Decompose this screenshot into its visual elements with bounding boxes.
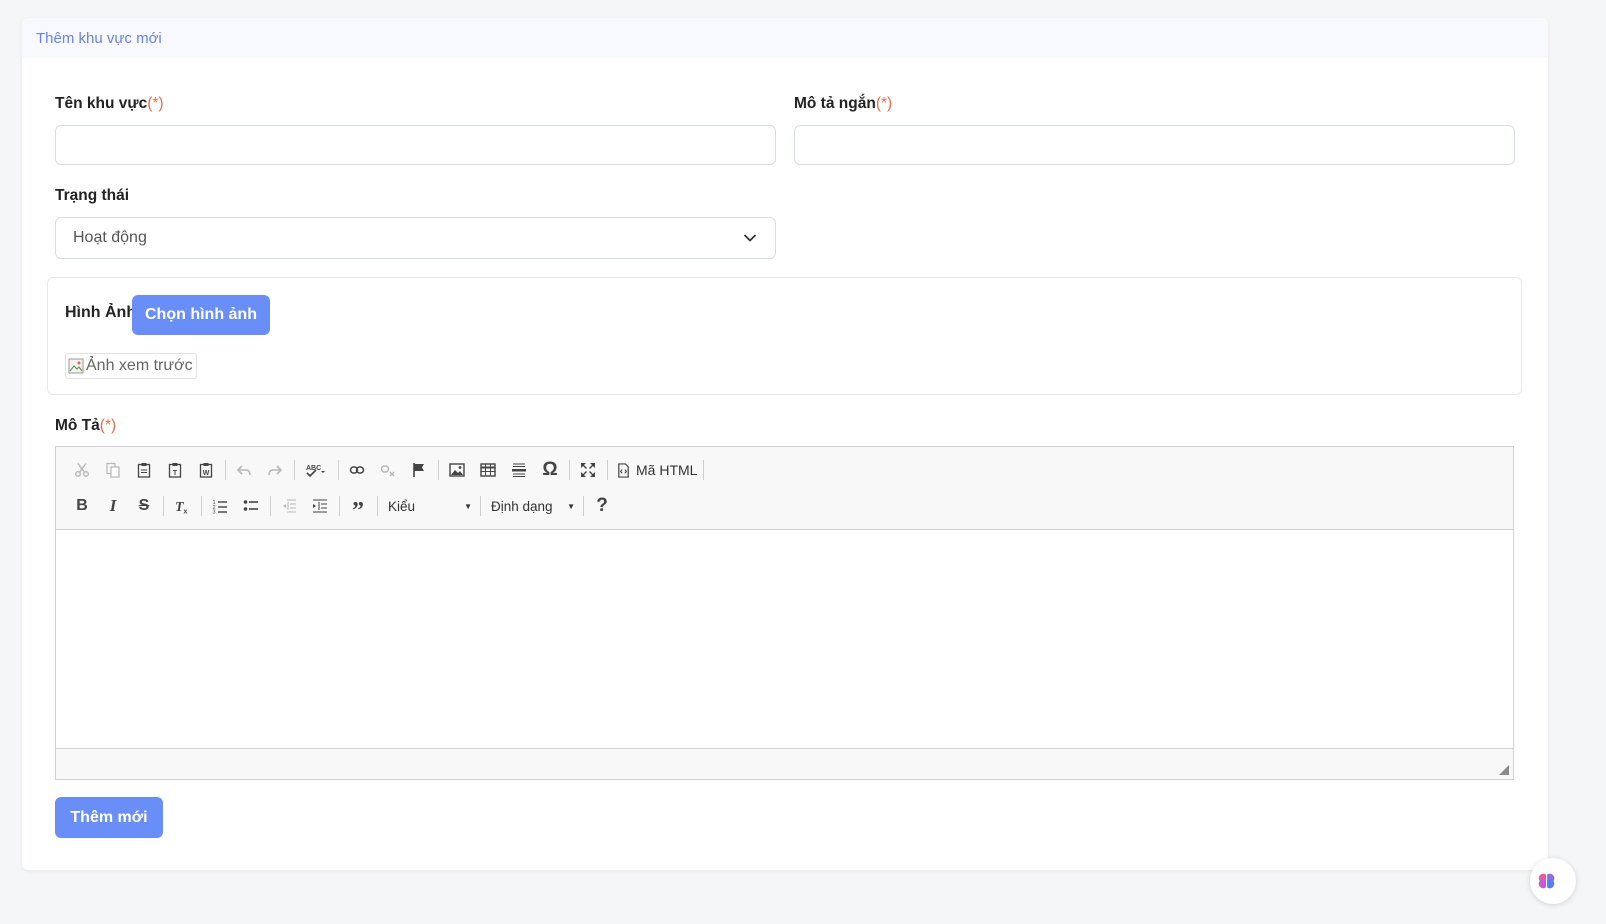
blockquote-icon[interactable]: ”	[344, 488, 372, 524]
status-select[interactable]: Hoạt động	[55, 217, 776, 259]
format-combo[interactable]: Định dạng ▼	[485, 494, 581, 518]
toolbar-separator	[163, 496, 164, 516]
status-label: Trạng thái	[55, 187, 130, 204]
toolbar-separator	[270, 496, 271, 516]
toolbar-separator	[583, 496, 584, 516]
toolbar-separator	[294, 460, 295, 480]
editor-toolbar: T W ABC Ω Mã HTML B I S T x 1 2 3 ” Kiểu…	[56, 447, 1513, 530]
special-char-icon[interactable]: Ω	[536, 457, 564, 483]
bold-icon[interactable]: B	[68, 493, 96, 519]
toolbar-separator	[201, 496, 202, 516]
required-mark: (*)	[99, 417, 117, 434]
assistant-float-button[interactable]	[1530, 858, 1576, 904]
area-name-input[interactable]	[55, 125, 776, 165]
toolbar-separator	[225, 460, 226, 480]
paste-icon[interactable]	[130, 457, 158, 483]
undo-icon[interactable]	[230, 457, 258, 483]
svg-text:W: W	[203, 470, 210, 477]
copy-icon[interactable]	[99, 457, 127, 483]
strike-icon[interactable]: S	[130, 493, 158, 519]
toolbar-row-1: T W ABC Ω Mã HTML	[68, 456, 708, 484]
toolbar-separator	[339, 496, 340, 516]
toolbar-separator	[703, 460, 705, 480]
paste-word-icon[interactable]: W	[192, 457, 220, 483]
source-button-label: Mã HTML	[636, 462, 698, 478]
styles-combo[interactable]: Kiểu ▼	[382, 494, 478, 518]
horizontal-rule-icon[interactable]	[505, 457, 533, 483]
description-label-text: Mô Tả	[55, 417, 100, 434]
area-name-label: Tên khu vực(*)	[55, 95, 164, 113]
link-icon[interactable]	[343, 457, 371, 483]
short-desc-label: Mô tả ngắn(*)	[794, 95, 892, 113]
area-name-label-text: Tên khu vực	[55, 95, 148, 112]
toolbar-separator	[377, 496, 378, 516]
short-desc-input[interactable]	[794, 125, 1515, 165]
editor-content-area[interactable]	[56, 529, 1513, 749]
svg-text:x: x	[184, 509, 188, 515]
caret-down-icon: ▼	[567, 501, 575, 511]
toolbar-row-2: B I S Tx 123 ” Kiểu ▼ Định dạng ▼ ?	[68, 492, 619, 524]
svg-text:ABC: ABC	[306, 465, 321, 472]
unlink-icon[interactable]	[374, 457, 402, 483]
choose-image-button[interactable]: Chọn hình ảnh	[132, 295, 270, 335]
description-label: Mô Tả(*)	[55, 417, 116, 435]
rich-text-editor: T W ABC Ω Mã HTML B I S T x 1 2 3 ” Kiểu…	[55, 446, 1514, 780]
image-section: Hình Ảnh Chọn hình ảnh Ảnh xem trước	[47, 277, 1522, 395]
source-button[interactable]: Mã HTML	[612, 462, 701, 478]
required-mark: (*)	[147, 95, 164, 112]
svg-text:T: T	[173, 470, 178, 477]
styles-combo-label: Kiểu	[388, 498, 416, 514]
anchor-icon[interactable]	[405, 457, 433, 483]
image-label: Hình Ảnh	[65, 304, 137, 321]
indent-icon[interactable]	[306, 493, 334, 519]
image-preview: Ảnh xem trước	[65, 353, 197, 379]
maximize-icon[interactable]	[574, 457, 602, 483]
remove-format-icon[interactable]: Tx	[168, 493, 196, 519]
help-icon[interactable]: ?	[588, 493, 616, 519]
brain-icon	[1538, 873, 1555, 889]
card-header: Thêm khu vực mới	[22, 18, 1548, 58]
spellcheck-icon[interactable]: ABC	[299, 457, 333, 483]
toolbar-separator	[607, 460, 608, 480]
image-icon[interactable]	[443, 457, 471, 483]
resize-handle-icon[interactable]	[1499, 765, 1509, 775]
format-combo-label: Định dạng	[491, 498, 553, 514]
toolbar-separator	[338, 460, 339, 480]
paste-text-icon[interactable]: T	[161, 457, 189, 483]
outdent-icon[interactable]	[275, 493, 303, 519]
toolbar-separator	[569, 460, 570, 480]
redo-icon[interactable]	[261, 457, 289, 483]
required-mark: (*)	[875, 95, 893, 112]
submit-button[interactable]: Thêm mới	[55, 797, 163, 838]
toolbar-separator	[438, 460, 439, 480]
broken-image-icon	[68, 358, 84, 374]
card-title: Thêm khu vực mới	[36, 29, 162, 47]
source-icon	[618, 462, 629, 478]
table-icon[interactable]	[474, 457, 502, 483]
preview-alt-text: Ảnh xem trước	[86, 357, 193, 374]
svg-text:3: 3	[213, 510, 216, 515]
short-desc-label-text: Mô tả ngắn	[794, 95, 876, 112]
caret-down-icon: ▼	[464, 501, 472, 511]
add-area-card: Thêm khu vực mới Tên khu vực(*) Mô tả ng…	[22, 18, 1548, 870]
chevron-down-icon	[744, 234, 756, 242]
toolbar-separator	[480, 496, 481, 516]
status-selected-value: Hoạt động	[73, 229, 147, 246]
editor-statusbar	[56, 748, 1513, 779]
cut-icon[interactable]	[68, 457, 96, 483]
italic-icon[interactable]: I	[99, 493, 127, 519]
bulleted-list-icon[interactable]	[237, 493, 265, 519]
numbered-list-icon[interactable]: 123	[206, 493, 234, 519]
